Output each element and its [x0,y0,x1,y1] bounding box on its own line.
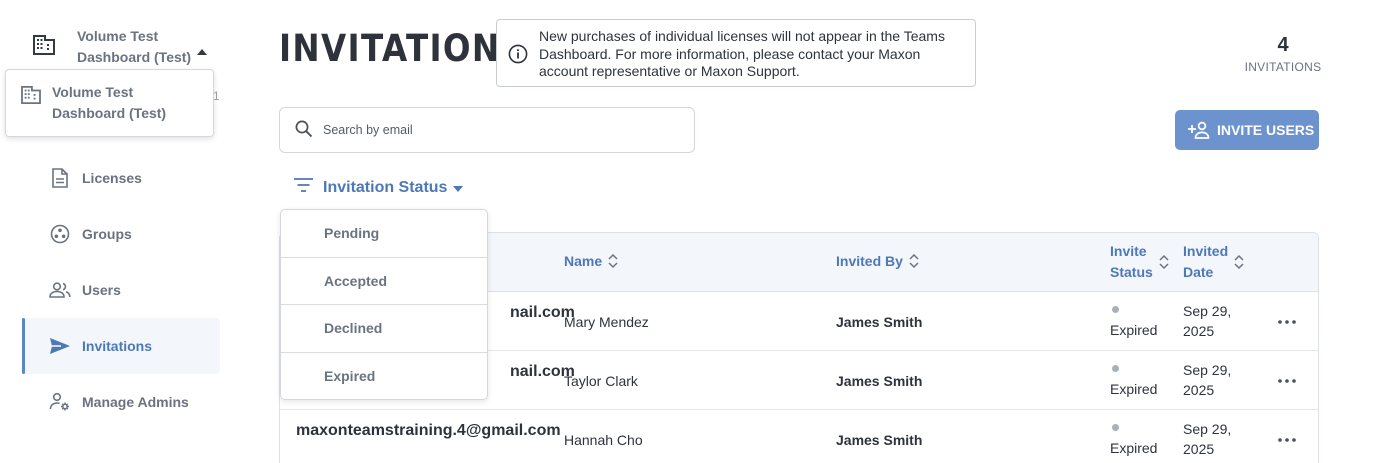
row-status: Expired [1110,306,1157,338]
table-row: maxonteamstraining.4@gmail.com Hannah Ch… [280,410,1318,463]
row-status: Expired [1110,365,1157,397]
column-header-invited-date[interactable]: Invited Date [1183,241,1244,283]
row-date: Sep 29, 2025 [1183,301,1231,341]
hidden-org-text: 1 [213,89,220,103]
date-line: 2025 [1183,441,1215,457]
notice-text: New purchases of individual licenses wil… [539,28,945,79]
sort-icon [1159,254,1169,270]
sidebar-item-label: Licenses [82,170,142,186]
row-more-icon[interactable] [1275,428,1299,452]
column-header-invite-status[interactable]: Invite Status [1110,241,1169,283]
status-option-expired[interactable]: Expired [281,353,487,400]
groups-icon [48,222,72,246]
org-menu-option[interactable]: Volume Test Dashboard (Test) [5,69,214,137]
sidebar-item-users[interactable]: Users [22,262,220,318]
sidebar-item-invitations[interactable]: Invitations [22,318,220,374]
row-invited-by: James Smith [836,432,923,448]
filter-label: Invitation Status [323,178,448,196]
invitation-status-filter[interactable]: Invitation Status [294,178,464,197]
row-more-icon[interactable] [1275,310,1299,334]
row-email: maxonteamstraining.4@gmail.com [296,422,561,439]
search-input[interactable] [323,120,683,140]
status-dot [1112,306,1119,313]
status-dot [1112,365,1119,372]
sidebar-nav: Licenses Groups Users Invitations Manage… [22,150,220,430]
sidebar-item-label: Invitations [82,338,153,354]
building-icon [33,35,55,60]
status-text: Expired [1110,322,1158,338]
status-option-pending[interactable]: Pending [281,210,487,258]
info-notice: New purchases of individual licenses wil… [496,19,976,87]
add-user-icon [1187,121,1211,139]
row-date: Sep 29, 2025 [1183,360,1231,400]
users-icon [48,278,72,302]
column-label: Invite Status [1110,241,1153,283]
row-invited-by: James Smith [836,373,923,389]
invite-users-label: INVITE USERS [1217,122,1315,138]
org-switcher[interactable]: Volume Test Dashboard (Test) [30,24,220,68]
row-status: Expired [1110,424,1157,456]
sidebar-item-label: Users [82,282,121,298]
date-line: 2025 [1183,382,1215,398]
search-box [279,107,695,153]
date-line: 2025 [1183,323,1215,339]
chevron-down-icon [453,179,464,197]
status-option-declined[interactable]: Declined [281,305,487,353]
sidebar-item-label: Manage Admins [82,394,189,410]
document-icon [48,166,72,190]
column-label-line: Invite [1110,243,1147,259]
row-name: Taylor Clark [564,373,638,389]
column-label: Invited By [836,253,903,269]
row-name: Mary Mendez [564,314,649,330]
send-icon [48,334,72,358]
org-name: Volume Test Dashboard (Test) [77,28,192,65]
row-date: Sep 29, 2025 [1183,419,1231,459]
sidebar-item-licenses[interactable]: Licenses [22,150,220,206]
invitation-status-menu: Pending Accepted Declined Expired [280,209,488,400]
column-header-invited-by[interactable]: Invited By [836,253,919,269]
sidebar-item-label: Groups [82,226,132,242]
status-text: Expired [1110,440,1158,456]
column-label-line: Status [1110,264,1153,280]
row-invited-by: James Smith [836,314,923,330]
sidebar-item-manage-admins[interactable]: Manage Admins [22,374,220,430]
column-header-name[interactable]: Name [564,253,618,269]
count-label: INVITATIONS [1244,60,1322,74]
sort-icon [1234,254,1244,270]
column-label-line: Date [1183,264,1214,280]
sort-icon [909,253,919,269]
sidebar-item-groups[interactable]: Groups [22,206,220,262]
column-label: Invited Date [1183,241,1228,283]
date-line: Sep 29, [1183,303,1232,319]
row-name: Hannah Cho [564,432,643,448]
status-dot [1112,424,1119,431]
status-option-accepted[interactable]: Accepted [281,258,487,305]
status-text: Expired [1110,381,1158,397]
admin-gear-icon [48,390,72,414]
org-menu-option-label: Volume Test Dashboard (Test) [52,84,167,121]
date-line: Sep 29, [1183,362,1232,378]
sort-icon [608,253,618,269]
filter-icon [294,178,313,197]
caret-up-icon [197,42,207,60]
column-label: Name [564,253,603,269]
count-value: 4 [1277,34,1289,56]
info-icon [508,44,528,69]
row-more-icon[interactable] [1275,369,1299,393]
invite-users-button[interactable]: INVITE USERS [1175,110,1319,150]
invitations-count: 4 INVITATIONS [1232,34,1334,74]
building-icon [21,86,41,109]
column-label-line: Invited [1183,243,1229,259]
page-title: INVITATIONS [279,27,526,70]
date-line: Sep 29, [1183,421,1232,437]
search-icon [295,120,313,143]
